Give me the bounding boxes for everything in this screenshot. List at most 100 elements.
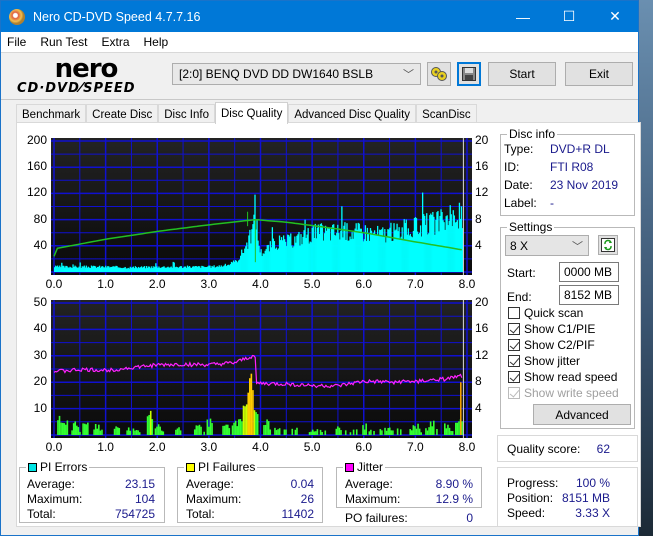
label-label: Label: (504, 196, 537, 210)
y-axis-right-tick: 8 (475, 374, 482, 389)
pi-failures-bar (58, 415, 61, 435)
save-button[interactable] (457, 62, 481, 86)
pi-failures-bar (159, 426, 161, 435)
checkbox-show-read-speed[interactable]: Show read speed (508, 370, 617, 384)
pi-failures-bar (370, 429, 372, 435)
y-axis-left-tick: 30 (33, 347, 47, 362)
drive-config-button[interactable] (427, 62, 451, 86)
pi-failures-bar (269, 429, 272, 435)
pi-failures-bar (267, 421, 270, 435)
pi-failures-bar (445, 428, 448, 435)
menu-help[interactable]: Help (144, 35, 169, 49)
x-axis-tick: 8.0 (458, 277, 476, 291)
exit-button[interactable]: Exit (565, 62, 633, 86)
pi-failures-bar (57, 420, 59, 435)
speed-select-value: 8 X (510, 238, 529, 253)
pi-errors-maximum-value: 104 (134, 492, 155, 506)
y-axis-left-tick: 10 (33, 400, 47, 415)
pi-failures-bar (324, 430, 327, 435)
y-axis-right-tick: 20 (475, 295, 489, 309)
x-axis-tick: 2.0 (148, 277, 166, 291)
y-axis-right-tick: 16 (475, 321, 489, 336)
pi-failures-maximum-value: 26 (300, 492, 314, 506)
pi-failures-bar (178, 427, 180, 435)
pi-failures-bar (426, 430, 429, 435)
pi-failures-bar (455, 422, 457, 435)
start-button[interactable]: Start (488, 62, 556, 86)
date-label: Date: (504, 178, 533, 192)
speed-select[interactable]: 8 X ﹀ (505, 235, 589, 256)
tab-advanced-disc-quality[interactable]: Advanced Disc Quality (288, 104, 417, 124)
x-axis-tick: 4.0 (252, 277, 269, 291)
end-input[interactable]: 8152 MB (559, 285, 619, 305)
pi-failures-bar (60, 422, 62, 435)
pi-failures-bar (431, 426, 434, 435)
checkbox-show-jitter[interactable]: Show jitter (508, 354, 580, 368)
tab-create-disc[interactable]: Create Disc (86, 104, 159, 124)
close-button[interactable]: ✕ (592, 1, 638, 32)
save-icon (462, 67, 476, 81)
menu-file[interactable]: File (7, 35, 26, 49)
pi-failures-bar (253, 410, 256, 435)
pi-failures-bar (384, 427, 386, 435)
pi-failures-swatch (186, 462, 195, 472)
pi-failures-maximum-label: Maximum: (186, 492, 242, 506)
title-bar: Nero CD-DVD Speed 4.7.7.16 — ☐ ✕ (1, 1, 638, 32)
pi-failures-bar (231, 425, 234, 435)
pi-failures-bar (72, 423, 75, 435)
pi-failures-bar (417, 423, 419, 435)
checkbox-show-c2-pif[interactable]: Show C2/PIF (508, 338, 595, 352)
tab-scandisc[interactable]: ScanDisc (416, 104, 477, 124)
tab-disc-info[interactable]: Disc Info (158, 104, 215, 124)
jitter-title-wrap: Jitter (343, 460, 386, 474)
y-axis-left-tick: 40 (33, 237, 47, 252)
refresh-speed-button[interactable] (598, 235, 618, 255)
pi-errors-total-label: Total: (27, 507, 56, 521)
x-axis-tick: 3.0 (200, 440, 218, 454)
checkmark-icon (508, 387, 520, 399)
checkbox-show-write-speed: Show write speed (508, 386, 619, 400)
checkbox-label: Show jitter (524, 354, 581, 368)
x-axis-tick: 5.0 (303, 440, 321, 454)
checkbox-quick-scan[interactable]: Quick scan (508, 306, 583, 320)
pi-failures-bar (365, 423, 367, 435)
pi-failures-bar (313, 431, 316, 435)
tab-disc-quality[interactable]: Disc Quality (215, 102, 289, 124)
pi-failures-bar (245, 404, 248, 435)
maximize-button[interactable]: ☐ (546, 1, 592, 32)
pi-failures-bar (266, 419, 268, 435)
minimize-button[interactable]: — (500, 1, 546, 32)
y-axis-right-tick: 4 (475, 237, 482, 252)
quality-score-value: 62 (596, 442, 610, 456)
pi-failures-bar (338, 427, 341, 435)
pi-failures-bar (234, 420, 237, 435)
pi-failures-bar (294, 429, 297, 435)
pi-failures-bar (456, 422, 459, 435)
start-input[interactable]: 0000 MB (559, 262, 619, 282)
pi-failures-bar (148, 414, 150, 435)
menu-extra[interactable]: Extra (101, 35, 129, 49)
x-axis-tick: 8.0 (458, 440, 476, 454)
y-axis-right-tick: 8 (475, 211, 482, 226)
pi-failures-bar (425, 428, 427, 435)
disc-id-value: FTI R08 (550, 160, 594, 174)
pi-failures-bar (129, 430, 132, 435)
checkbox-show-c1-pie[interactable]: Show C1/PIE (508, 322, 595, 336)
id-label: ID: (504, 160, 520, 174)
pi-failures-bar (162, 431, 165, 435)
drive-config-icon (431, 67, 447, 81)
pi-failures-total-label: Total: (186, 507, 215, 521)
menu-run-test[interactable]: Run Test (40, 35, 87, 49)
drive-select[interactable]: [2:0] BENQ DVD DD DW1640 BSLB ﹀ (172, 63, 421, 85)
settings-title: Settings (507, 220, 555, 234)
pi-failures-bar (198, 424, 201, 435)
po-failures-label: PO failures: (345, 511, 408, 525)
pi-failures-bar (127, 427, 130, 435)
pi-failures-bar (85, 424, 88, 435)
pi-failures-bar (160, 430, 163, 435)
advanced-button[interactable]: Advanced (533, 404, 631, 425)
pi-failures-bar (76, 425, 78, 435)
pi-failures-bar (315, 431, 317, 435)
pi-errors-average-label: Average: (27, 477, 75, 491)
tab-benchmark[interactable]: Benchmark (16, 104, 87, 124)
